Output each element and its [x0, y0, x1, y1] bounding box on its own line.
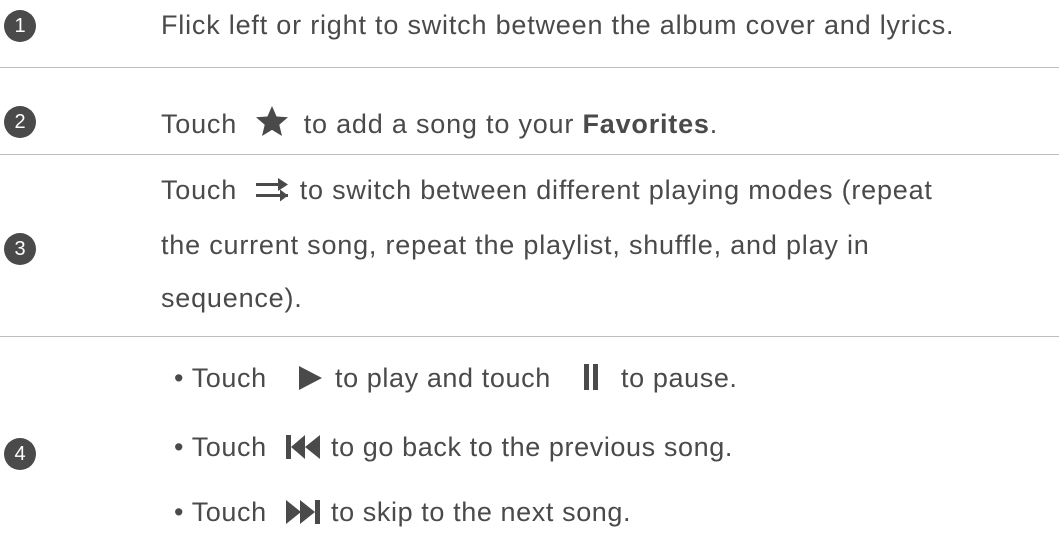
divider	[0, 336, 1059, 337]
b1-touch: Touch	[191, 363, 267, 393]
step-4-number: 4	[4, 438, 36, 470]
previous-icon	[285, 434, 321, 460]
next-icon	[285, 499, 321, 525]
step-1-text: Flick left or right to switch between th…	[161, 10, 955, 40]
divider	[0, 154, 1059, 155]
b3-touch: Touch	[191, 497, 267, 527]
play-icon	[297, 365, 323, 391]
step-2-end: .	[709, 109, 719, 139]
b1-after: to pause.	[621, 363, 738, 393]
bullet: •	[174, 497, 185, 527]
bullet: •	[174, 432, 185, 462]
document: 1 Flick left or right to switch between …	[0, 0, 1059, 539]
b3-after: to skip to the next song.	[330, 497, 632, 527]
step-1-number: 1	[4, 10, 36, 42]
step-2-after: to add a song to your	[303, 109, 575, 139]
b2-touch: Touch	[191, 432, 267, 462]
favorites-label: Favorites	[582, 109, 710, 139]
bullet: •	[174, 363, 185, 393]
divider	[0, 67, 1059, 68]
star-icon	[255, 105, 289, 137]
playing-mode-icon	[255, 177, 289, 203]
step-3-line-3: sequence).	[161, 283, 303, 313]
pause-icon	[583, 363, 599, 391]
step-2-text: Touch to add a song to your Favorites.	[161, 105, 718, 140]
b2-after: to go back to the previous song.	[330, 432, 733, 462]
step-3-touch: Touch	[161, 175, 238, 205]
step-3-line-2: the current song, repeat the playlist, s…	[161, 230, 870, 260]
step-4-bullet-1: • Touch to play and touch to pause.	[174, 363, 738, 394]
step-2-before: Touch	[161, 109, 238, 139]
step-4-bullet-3: • Touch to skip to the next song.	[174, 497, 631, 528]
step-2-number: 2	[4, 106, 36, 138]
step-3-number: 3	[4, 233, 36, 265]
step-3-line-1-rest: to switch between different playing mode…	[299, 175, 933, 205]
b1-mid: to play and touch	[334, 363, 551, 393]
step-3-line-1: Touch to switch between different playin…	[161, 175, 933, 206]
step-4-bullet-2: • Touch to go back to the previous song.	[174, 432, 733, 463]
